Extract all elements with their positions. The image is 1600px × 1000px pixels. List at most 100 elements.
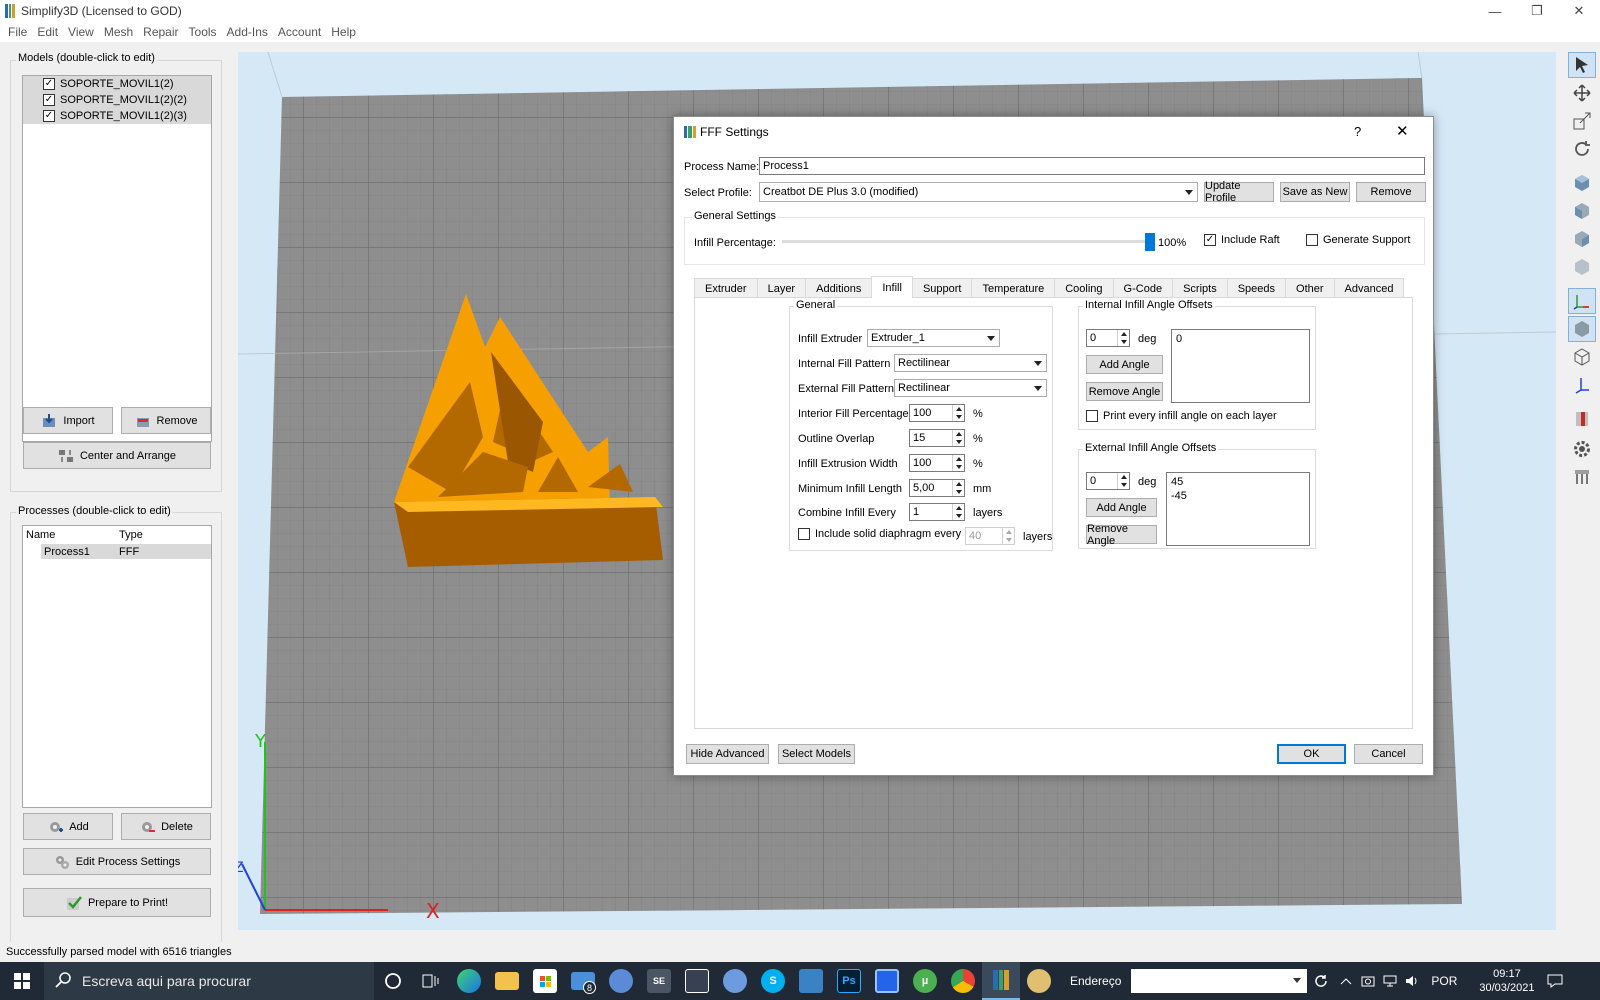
spin-buttons[interactable] — [1117, 473, 1129, 489]
spin-down-icon[interactable] — [953, 438, 964, 446]
spin-up-icon[interactable] — [953, 480, 964, 488]
internal-add-angle-button[interactable]: Add Angle — [1086, 355, 1163, 374]
solid-view-icon[interactable] — [1568, 316, 1596, 342]
external-angle-stepper[interactable]: 0 — [1086, 472, 1130, 490]
view-side-icon[interactable] — [1568, 226, 1596, 252]
checkbox-checked-icon[interactable]: ✓ — [43, 78, 55, 90]
axis-z-icon[interactable] — [1568, 372, 1596, 398]
checkbox-checked-icon[interactable]: ✓ — [43, 110, 55, 122]
combine-infill-every-stepper[interactable]: 1 — [909, 503, 965, 521]
tab-advanced[interactable]: Advanced — [1333, 278, 1405, 298]
spin-up-icon[interactable] — [953, 504, 964, 512]
menu-mesh[interactable]: Mesh — [104, 25, 133, 39]
refresh-icon[interactable] — [1307, 962, 1335, 1000]
close-button[interactable]: ✕ — [1558, 0, 1600, 22]
tab-infill[interactable]: Infill — [871, 276, 913, 298]
view-front-icon[interactable] — [1568, 198, 1596, 224]
solid-diaphragm-stepper[interactable]: 40 — [965, 527, 1015, 545]
tab-extruder[interactable]: Extruder — [694, 278, 758, 298]
scale-tool-icon[interactable] — [1568, 108, 1596, 134]
rotate-tool-icon[interactable] — [1568, 136, 1596, 162]
edit-process-settings-button[interactable]: Edit Process Settings — [23, 848, 211, 875]
checkbox-icon[interactable] — [1306, 234, 1318, 246]
spin-down-icon[interactable] — [953, 463, 964, 471]
menu-account[interactable]: Account — [278, 25, 321, 39]
tray-camera-icon[interactable] — [1357, 962, 1379, 1000]
task-view-icon[interactable] — [412, 962, 450, 1000]
cancel-button[interactable]: Cancel — [1354, 744, 1423, 764]
menu-edit[interactable]: Edit — [37, 25, 58, 39]
checkbox-checked-icon[interactable]: ✓ — [43, 94, 55, 106]
chevron-down-icon[interactable] — [1293, 978, 1302, 983]
minimize-button[interactable]: — — [1474, 0, 1516, 22]
process-row[interactable]: Process1 FFF — [41, 544, 211, 559]
tray-chevron-up-icon[interactable] — [1335, 962, 1357, 1000]
include-raft-checkbox[interactable]: ✓ Include Raft — [1204, 234, 1280, 246]
external-remove-angle-button[interactable]: Remove Angle — [1086, 523, 1157, 547]
spin-buttons[interactable] — [1002, 528, 1014, 544]
select-tool-icon[interactable] — [1568, 52, 1596, 78]
chrome-icon[interactable] — [944, 962, 982, 1000]
spin-up-icon[interactable] — [1003, 528, 1014, 536]
center-arrange-button[interactable]: Center and Arrange — [23, 442, 211, 469]
select-models-button[interactable]: Select Models — [778, 744, 855, 764]
spin-up-icon[interactable] — [953, 455, 964, 463]
notifications-icon[interactable] — [1540, 962, 1570, 1000]
volume-icon[interactable] — [1401, 962, 1423, 1000]
cortana-icon[interactable] — [374, 962, 412, 1000]
infill-extrusion-width-stepper[interactable]: 100 — [909, 454, 965, 472]
spin-down-icon[interactable] — [953, 488, 964, 496]
spin-up-icon[interactable] — [1118, 473, 1129, 481]
column-type-header[interactable]: Type — [119, 529, 143, 541]
remove-model-button[interactable]: Remove — [121, 407, 211, 434]
spin-buttons[interactable] — [1117, 330, 1129, 346]
spin-buttons[interactable] — [952, 430, 964, 446]
paint-app-icon[interactable] — [1020, 962, 1058, 1000]
model-item[interactable]: ✓ SOPORTE_MOVIL1(2)(3) — [23, 108, 211, 124]
delete-process-button[interactable]: Delete — [121, 813, 211, 840]
spin-down-icon[interactable] — [1118, 481, 1129, 489]
column-name-header[interactable]: Name — [23, 529, 119, 541]
store-icon[interactable] — [526, 962, 564, 1000]
remove-profile-button[interactable]: Remove — [1356, 182, 1426, 202]
gear-app-icon[interactable] — [716, 962, 754, 1000]
skype-icon[interactable]: S — [754, 962, 792, 1000]
import-button[interactable]: Import — [23, 407, 113, 434]
help-button[interactable]: ? — [1354, 124, 1361, 139]
spin-buttons[interactable] — [952, 480, 964, 496]
app-se-icon[interactable]: SE — [640, 962, 678, 1000]
checkbox-icon[interactable] — [1086, 410, 1098, 422]
update-profile-button[interactable]: Update Profile — [1204, 180, 1274, 204]
tab-temperature[interactable]: Temperature — [971, 278, 1056, 298]
add-process-button[interactable]: Add — [23, 813, 113, 840]
wireframe-view-icon[interactable] — [1568, 344, 1596, 370]
language-indicator[interactable]: POR — [1431, 974, 1457, 988]
menu-add-ins[interactable]: Add-Ins — [227, 25, 268, 39]
edge-browser-icon[interactable] — [450, 962, 488, 1000]
internal-remove-angle-button[interactable]: Remove Angle — [1086, 382, 1163, 401]
process-name-input[interactable]: Process1 — [759, 157, 1425, 175]
view-default-icon[interactable] — [1568, 170, 1596, 196]
settings-gear-icon[interactable] — [1568, 436, 1596, 462]
clock[interactable]: 09:17 30/03/2021 — [1479, 967, 1534, 995]
solid-diaphragm-checkbox[interactable]: Include solid diaphragm every — [798, 528, 961, 540]
mail-icon[interactable]: 8 — [564, 962, 602, 1000]
print-every-angle-checkbox[interactable]: Print every infill angle on each layer — [1086, 410, 1277, 422]
supports-icon[interactable] — [1568, 464, 1596, 490]
tab-cooling[interactable]: Cooling — [1054, 278, 1114, 298]
app-square-icon[interactable] — [868, 962, 906, 1000]
internal-angles-list[interactable]: 0 — [1171, 329, 1310, 403]
spin-up-icon[interactable] — [1118, 330, 1129, 338]
network-icon[interactable] — [1379, 962, 1401, 1000]
spin-down-icon[interactable] — [1118, 338, 1129, 346]
save-as-new-button[interactable]: Save as New — [1280, 182, 1350, 202]
prepare-to-print-button[interactable]: Prepare to Print! — [23, 888, 211, 917]
maximize-button[interactable]: ❐ — [1516, 0, 1558, 22]
minimum-infill-length-stepper[interactable]: 5,00 — [909, 479, 965, 497]
list-item[interactable]: -45 — [1171, 489, 1305, 503]
internal-fill-pattern-select[interactable]: Rectilinear — [894, 354, 1047, 372]
menu-file[interactable]: File — [8, 25, 27, 39]
external-add-angle-button[interactable]: Add Angle — [1086, 498, 1157, 517]
tab-additions[interactable]: Additions — [805, 278, 873, 298]
view-top-icon[interactable] — [1568, 254, 1596, 280]
